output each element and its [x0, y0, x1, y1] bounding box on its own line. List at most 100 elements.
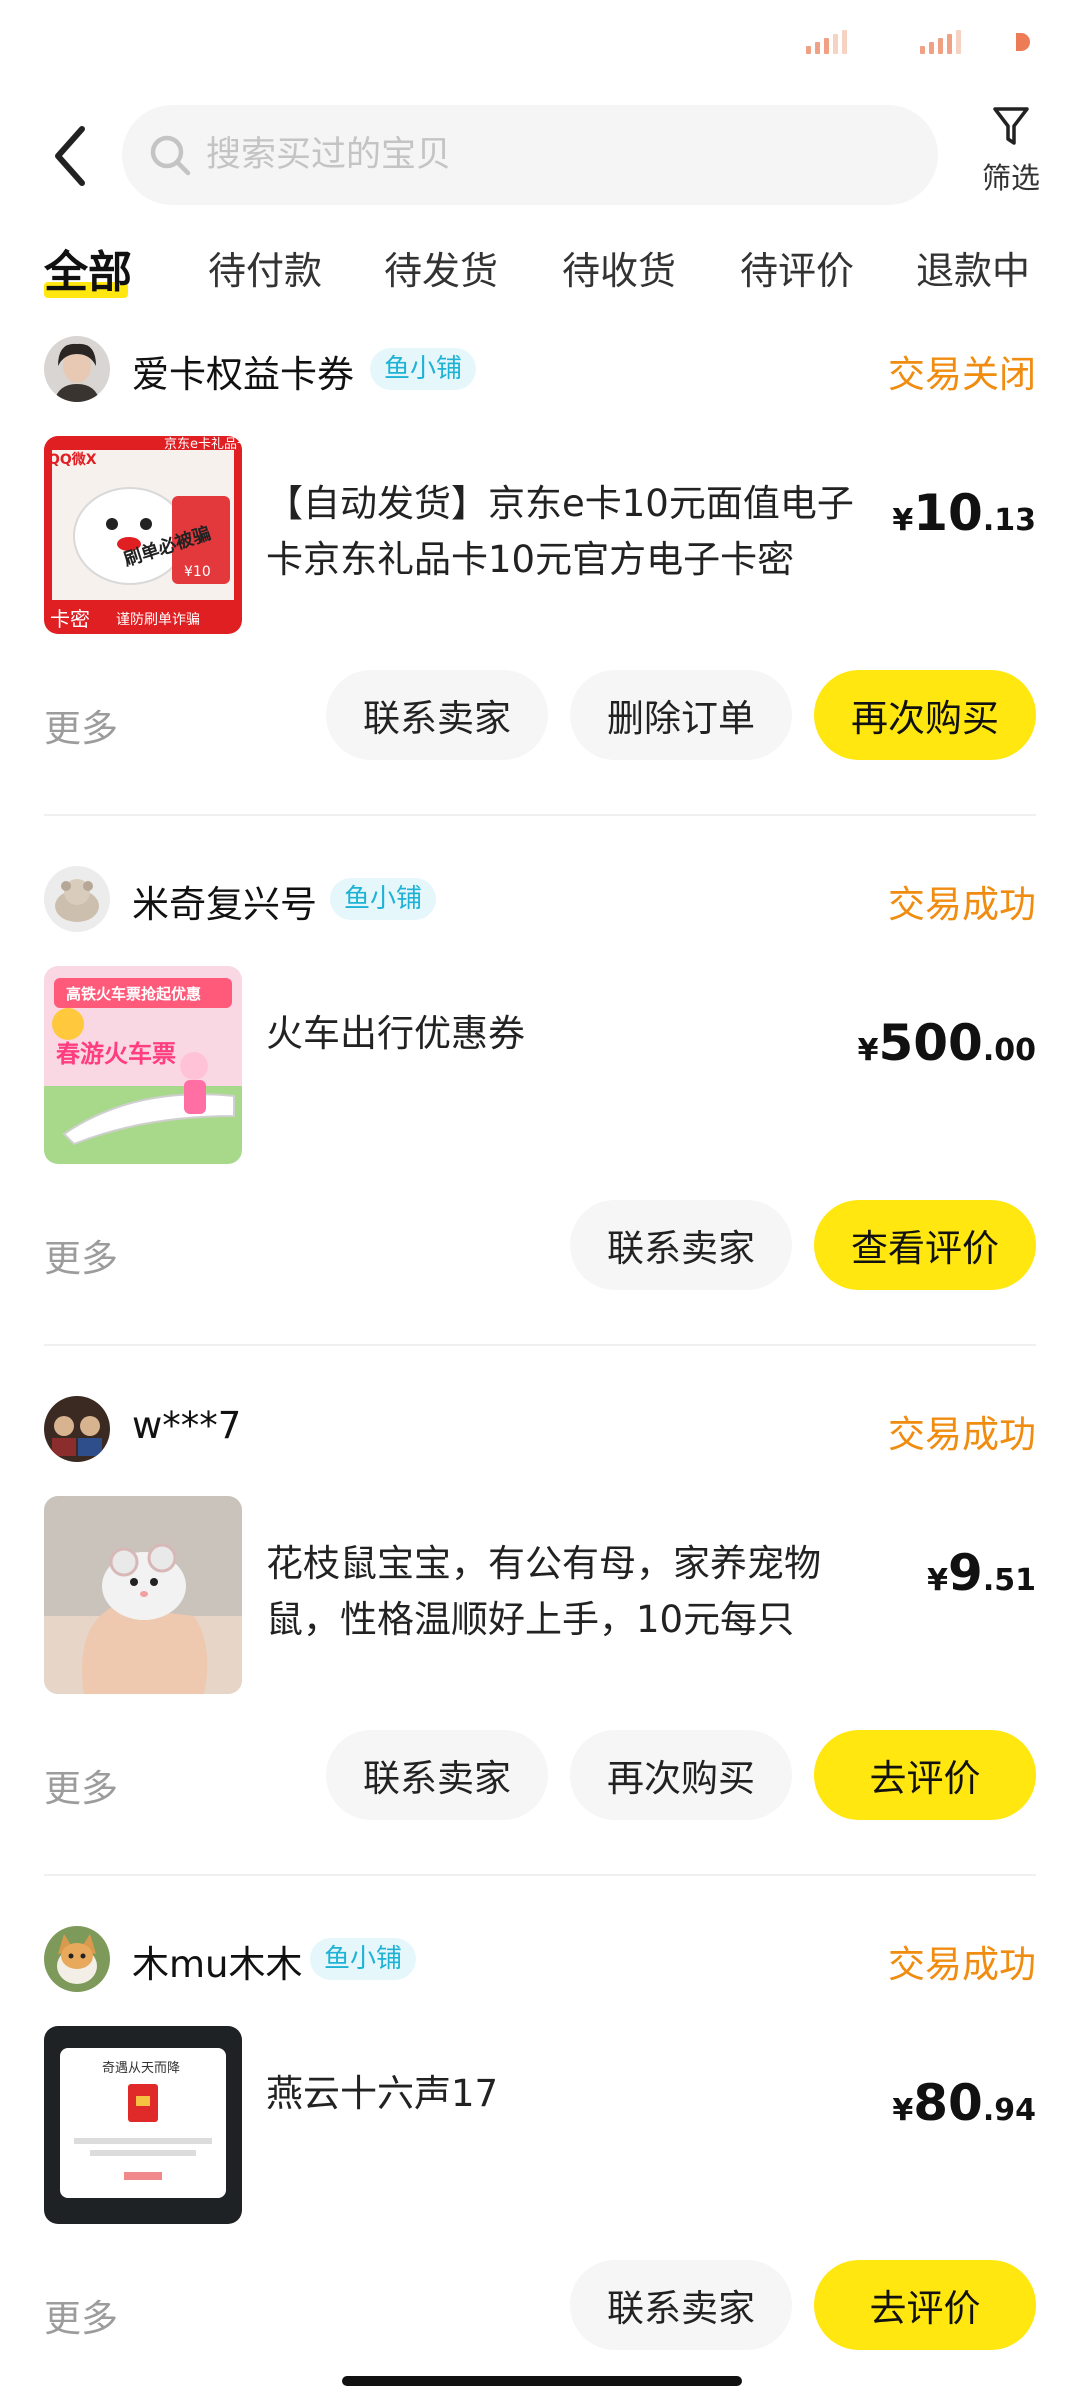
product-title[interactable]: 火车出行优惠券 [266, 1006, 876, 1062]
order-actions: 联系卖家 删除订单 再次购买 [326, 670, 1036, 760]
more-button[interactable]: 更多 [44, 1758, 118, 1812]
write-review-button[interactable]: 去评价 [814, 2260, 1036, 2350]
shop-name: 爱卡权益卡券 [132, 353, 354, 396]
tab-all[interactable]: 全部 [44, 236, 132, 300]
product-image[interactable]: 高铁火车票抢起优惠 春游火车票 [44, 966, 242, 1164]
avatar [44, 866, 110, 932]
buy-again-button[interactable]: 再次购买 [570, 1730, 792, 1820]
fish-shop-badge: 鱼小铺 [330, 878, 437, 920]
order-actions: 联系卖家 去评价 [570, 2260, 1036, 2350]
divider [44, 1874, 1036, 1876]
status-bar [0, 0, 1080, 90]
view-review-button[interactable]: 查看评价 [814, 1200, 1036, 1290]
product-image[interactable]: 奇遇从天而降 [44, 2026, 242, 2224]
shop-row[interactable]: 米奇复兴号 鱼小铺 交易成功 [44, 866, 1036, 932]
order-actions: 联系卖家 查看评价 [570, 1200, 1036, 1290]
product-image[interactable]: 京东e卡礼品卡 QQ微X 刷单必被骗 ¥10 卡密 谨防刷单诈骗 [44, 436, 242, 634]
avatar [44, 336, 110, 402]
order-status: 交易成功 [888, 1943, 1036, 1986]
signal-icon [806, 30, 847, 54]
product-title[interactable]: 燕云十六声17 [266, 2066, 876, 2122]
shop-name: w***7 [132, 1404, 242, 1447]
price-currency: ¥ [927, 1563, 949, 1598]
price-decimal: .00 [982, 1033, 1036, 1068]
fish-shop-badge: 鱼小铺 [370, 348, 477, 390]
contact-seller-button[interactable]: 联系卖家 [326, 670, 548, 760]
tab-refunding[interactable]: 退款中 [916, 240, 1030, 295]
more-button[interactable]: 更多 [44, 698, 118, 752]
tab-pending-payment[interactable]: 待付款 [208, 240, 322, 295]
tab-pending-review[interactable]: 待评价 [740, 240, 854, 295]
more-button[interactable]: 更多 [44, 2288, 118, 2342]
tab-label: 退款中 [916, 249, 1031, 293]
tab-pending-receipt[interactable]: 待收货 [562, 240, 676, 295]
order-status: 交易成功 [888, 1413, 1036, 1456]
product-price: ¥80.94 [892, 2074, 1036, 2132]
avatar [44, 1926, 110, 1992]
back-button[interactable] [48, 123, 98, 189]
thumb-text: ¥10 [184, 564, 211, 580]
price-integer: 9 [948, 1544, 983, 1602]
tab-label: 待收货 [562, 249, 677, 293]
chevron-left-icon [55, 126, 85, 186]
avatar [44, 1396, 110, 1462]
filter-button[interactable]: 筛选 [970, 105, 1052, 205]
shop-row[interactable]: 爱卡权益卡券 鱼小铺 交易关闭 [44, 336, 1036, 402]
filter-icon [993, 107, 1029, 145]
product-title[interactable]: 花枝鼠宝宝，有公有母，家养宠物鼠，性格温顺好上手，10元每只 [266, 1536, 876, 1648]
fish-shop-badge: 鱼小铺 [310, 1938, 417, 1980]
delete-order-button[interactable]: 删除订单 [570, 670, 792, 760]
contact-seller-button[interactable]: 联系卖家 [326, 1730, 548, 1820]
tab-label: 待评价 [740, 249, 855, 293]
order-card[interactable]: 米奇复兴号 鱼小铺 交易成功 高铁火车票抢起优惠 春游火车票 火车出行优惠券 ¥… [0, 866, 1080, 1396]
contact-seller-button[interactable]: 联系卖家 [570, 2260, 792, 2350]
price-currency: ¥ [892, 503, 914, 538]
product-price: ¥10.13 [892, 484, 1036, 542]
price-integer: 500 [878, 1014, 983, 1072]
thumb-text: 春游火车票 [56, 1040, 176, 1068]
price-decimal: .94 [982, 2093, 1036, 2128]
search-bar[interactable] [122, 105, 938, 205]
contact-seller-button[interactable]: 联系卖家 [570, 1200, 792, 1290]
search-input[interactable] [206, 135, 846, 175]
product-price: ¥500.00 [858, 1014, 1036, 1072]
order-status: 交易成功 [888, 883, 1036, 926]
product-title[interactable]: 【自动发货】京东e卡10元面值电子卡京东礼品卡10元官方电子卡密 [266, 476, 876, 588]
thumb-text: 奇遇从天而降 [102, 2060, 180, 2076]
shop-name: 米奇复兴号 [132, 883, 317, 926]
tab-pending-shipment[interactable]: 待发货 [384, 240, 498, 295]
product-price: ¥9.51 [927, 1544, 1036, 1602]
divider [44, 814, 1036, 816]
divider [44, 1344, 1036, 1346]
shop-row[interactable]: w***7 交易成功 [44, 1396, 1036, 1462]
tab-label: 待发货 [384, 249, 499, 293]
signal-icon-2 [920, 30, 961, 54]
price-integer: 80 [913, 2074, 983, 2132]
filter-label: 筛选 [981, 161, 1040, 195]
price-integer: 10 [913, 484, 983, 542]
header: 筛选 [0, 105, 1080, 205]
buy-again-button[interactable]: 再次购买 [814, 670, 1036, 760]
order-card[interactable]: w***7 交易成功 花枝鼠宝宝，有公有母，家养宠物鼠，性格温顺好上手，10元每… [0, 1396, 1080, 1926]
price-decimal: .13 [982, 503, 1036, 538]
order-actions: 联系卖家 再次购买 去评价 [326, 1730, 1036, 1820]
more-button[interactable]: 更多 [44, 1228, 118, 1282]
write-review-button[interactable]: 去评价 [814, 1730, 1036, 1820]
order-card[interactable]: 木mu木木 鱼小铺 交易成功 奇遇从天而降 燕云十六声17 ¥80.94 更多 … [0, 1926, 1080, 2400]
tab-label: 全部 [44, 247, 132, 298]
thumb-text: QQ微X [48, 451, 97, 468]
price-decimal: .51 [982, 1563, 1036, 1598]
product-image[interactable] [44, 1496, 242, 1694]
shop-name: 木mu木木 [132, 1943, 303, 1986]
thumb-text: 京东e卡礼品卡 [164, 436, 242, 452]
order-card[interactable]: 爱卡权益卡券 鱼小铺 交易关闭 京东e卡礼品卡 QQ微X 刷单必被骗 ¥10 卡… [0, 336, 1080, 866]
order-status: 交易关闭 [888, 353, 1036, 396]
price-currency: ¥ [857, 1033, 879, 1068]
shop-row[interactable]: 木mu木木 鱼小铺 交易成功 [44, 1926, 1036, 1992]
search-icon [150, 135, 191, 176]
home-indicator[interactable] [342, 2376, 742, 2386]
battery-icon [1016, 33, 1030, 51]
thumb-text: 高铁火车票抢起优惠 [66, 985, 201, 1003]
thumb-text: 卡密 [50, 607, 90, 631]
order-status-tabs: 全部 待付款 待发货 待收货 待评价 退款中 [0, 240, 1080, 312]
